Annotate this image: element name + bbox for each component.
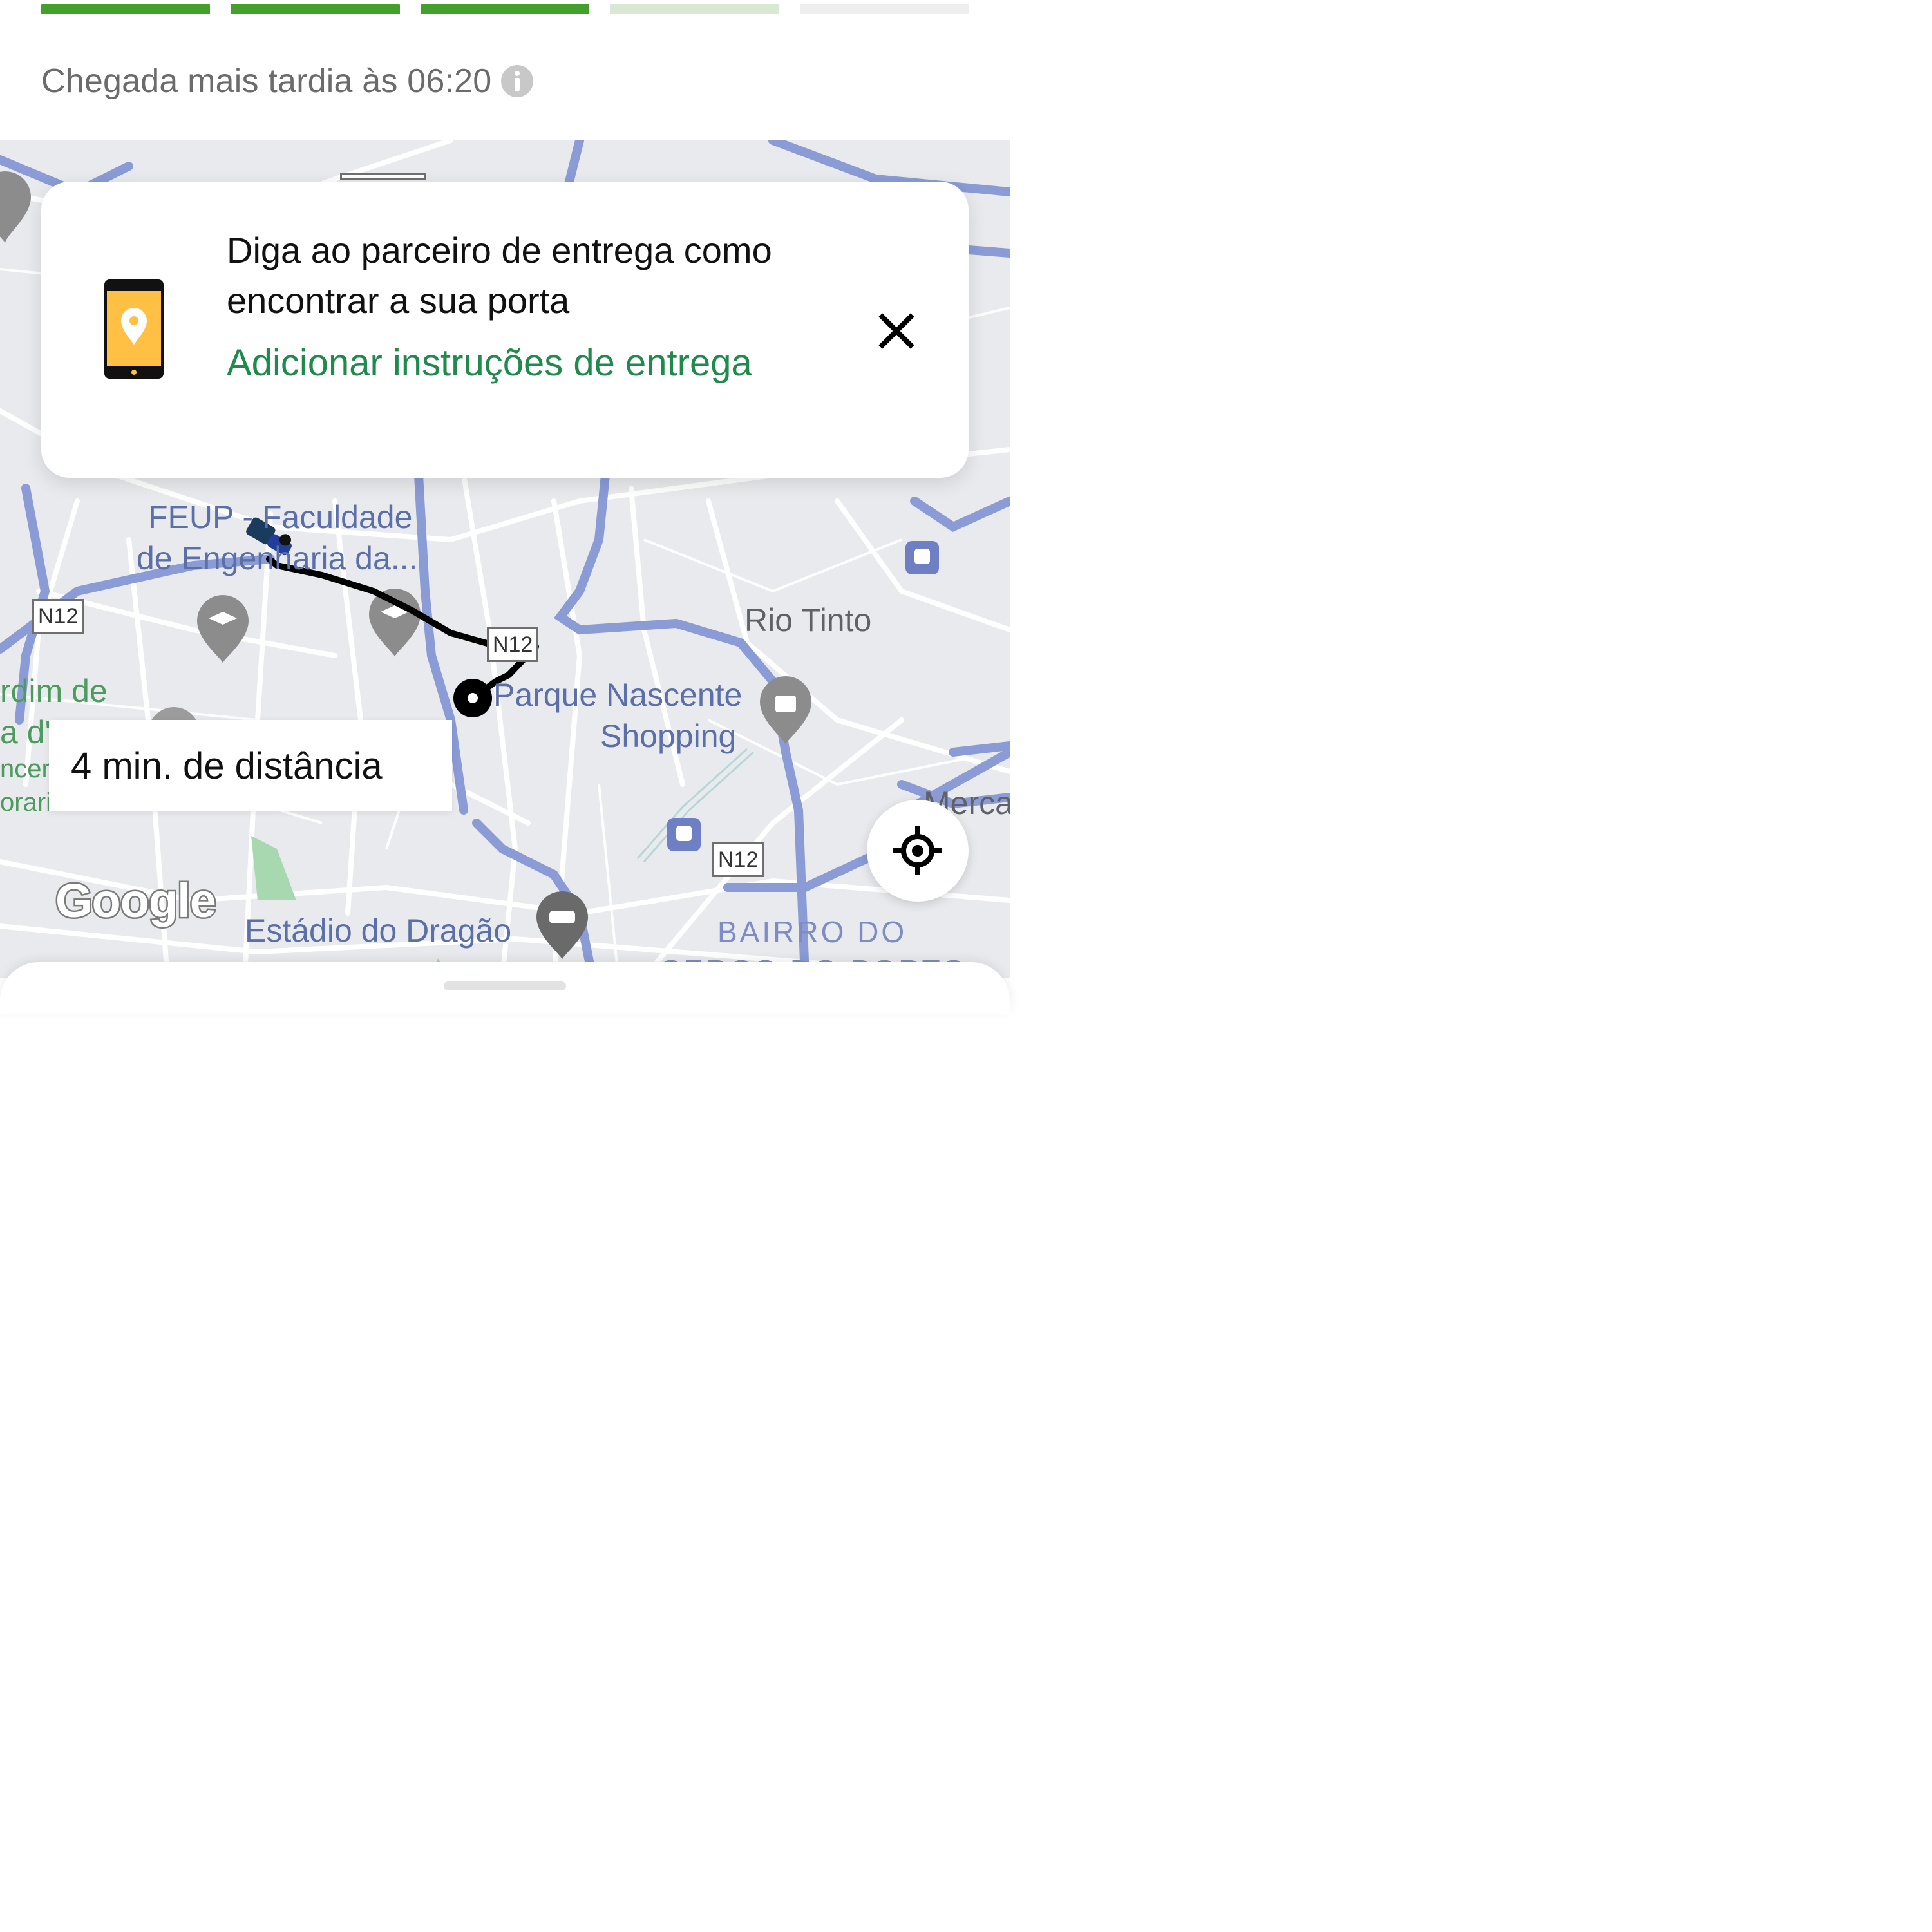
add-delivery-instructions-link[interactable]: Adicionar instruções de entrega bbox=[227, 336, 755, 390]
eta-text: Chegada mais tardia às 06:20 bbox=[41, 62, 492, 100]
road-shield: N12 bbox=[32, 599, 84, 634]
progress-segment-1 bbox=[41, 4, 211, 14]
phone-location-icon bbox=[104, 279, 164, 379]
bottom-sheet[interactable] bbox=[0, 962, 1010, 1014]
crosshair-icon bbox=[893, 826, 942, 875]
map-label-feup-2: de Engenharia da... bbox=[137, 540, 418, 576]
progress-segment-2 bbox=[231, 4, 400, 14]
map-label-bairro: BAIRRO DO bbox=[717, 915, 907, 949]
map-label-parque-1: Parque Nascente bbox=[493, 677, 743, 713]
delivery-instructions-card: Diga ao parceiro de entrega como encontr… bbox=[41, 182, 969, 478]
progress-segment-4 bbox=[610, 4, 779, 14]
recenter-location-button[interactable] bbox=[867, 800, 969, 902]
transit-station-1 bbox=[905, 541, 939, 574]
close-icon[interactable] bbox=[876, 310, 917, 352]
sheet-drag-handle[interactable] bbox=[444, 981, 566, 990]
road-shield-partial bbox=[340, 173, 426, 180]
distance-badge: 4 min. de distância bbox=[49, 720, 452, 811]
eta-row: Chegada mais tardia às 06:20 bbox=[41, 62, 534, 100]
delivery-map[interactable]: FEUP - Faculdade de Engenharia da... Rio… bbox=[0, 140, 1010, 978]
distance-text: 4 min. de distância bbox=[71, 744, 383, 787]
progress-segment-5 bbox=[799, 4, 969, 14]
map-label-parque-2: Shopping bbox=[600, 718, 737, 754]
map-label-jardim-1: rdim de bbox=[0, 673, 108, 709]
road-shield: N12 bbox=[487, 627, 539, 662]
transit-station-2 bbox=[667, 818, 701, 851]
card-title: Diga ao parceiro de entrega como encontr… bbox=[227, 230, 772, 321]
map-label-estadio: Estádio do Dragão bbox=[245, 913, 512, 949]
map-label-feup-1: FEUP - Faculdade bbox=[148, 499, 413, 535]
progress-segment-3 bbox=[420, 4, 590, 14]
road-shield: N12 bbox=[712, 842, 764, 877]
delivery-progress-bar bbox=[41, 4, 969, 14]
google-attribution-logo: Google bbox=[54, 873, 218, 929]
info-icon[interactable] bbox=[500, 64, 534, 98]
map-label-rio-tinto: Rio Tinto bbox=[744, 602, 872, 638]
